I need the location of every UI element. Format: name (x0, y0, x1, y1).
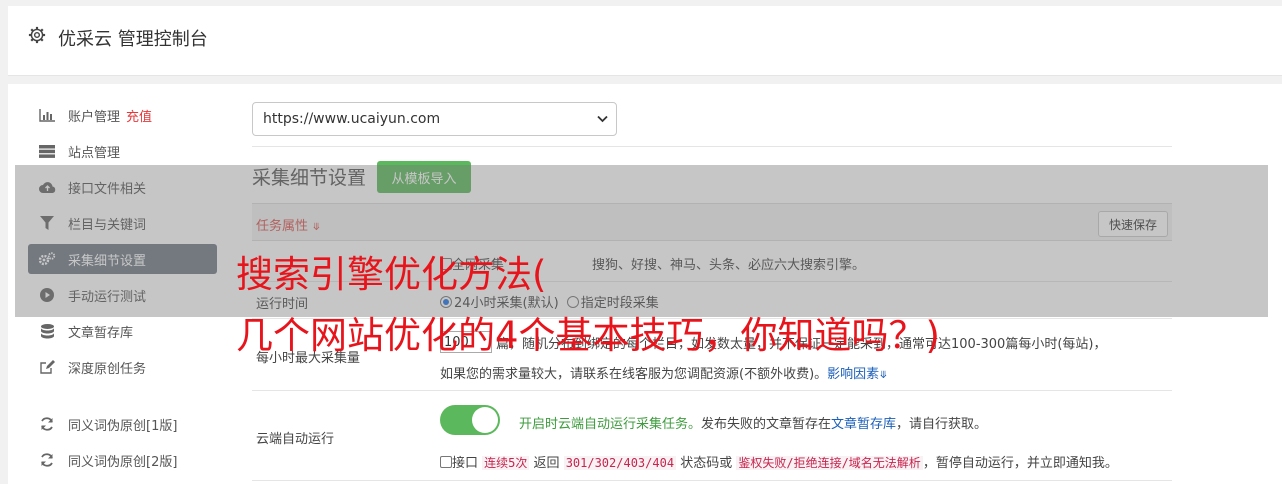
chevron-down-icon (597, 115, 608, 123)
cloud-run-message: 开启时云端自动运行采集任务。发布失败的文章暂存在文章暂存库，请自行获取。 (519, 417, 988, 432)
server-icon (38, 144, 56, 158)
gear-icon (28, 26, 46, 44)
sidebar-item-article-store[interactable]: 文章暂存库 (28, 316, 217, 346)
sidebar-item-label: 站点管理 (68, 145, 121, 161)
pause-rule: 接口 连续5次 返回 301/302/403/404 状态码或 鉴权失败/拒绝连… (440, 452, 1118, 471)
recharge-link[interactable]: 充值 (126, 106, 152, 125)
row-divider (252, 480, 1172, 481)
influence-factors-link[interactable]: 影响因素⤋ (827, 367, 887, 382)
refresh-icon (38, 417, 56, 431)
database-icon (38, 323, 56, 338)
site-select-value: https://www.ucaiyun.com (263, 111, 441, 127)
article-store-link[interactable]: 文章暂存库 (831, 417, 896, 432)
chevron-down-icon: ⤋ (879, 370, 888, 381)
sidebar-item-account[interactable]: 账户管理 充值 (28, 100, 217, 130)
watermark-line2: 几个网站优化的4个基本技巧，你知道吗？) (236, 314, 940, 357)
sidebar-item-synonym-v1[interactable]: 同义词伪原创[1版] (28, 409, 217, 439)
sidebar-item-label: 同义词伪原创[1版] (68, 418, 178, 434)
sidebar-item-label: 深度原创任务 (68, 361, 147, 377)
site-select[interactable]: https://www.ucaiyun.com (252, 102, 617, 136)
edit-icon (38, 360, 56, 374)
sidebar-item-label: 账户管理 (68, 109, 121, 125)
sidebar-item-synonym-v2[interactable]: 同义词伪原创[2版] (28, 445, 217, 475)
sidebar-item-label: 同义词伪原创[2版] (68, 454, 178, 470)
bar-chart-icon (38, 108, 56, 122)
watermark-line1: 搜索引擎优化方法( (236, 253, 547, 296)
sidebar-item-deep-original[interactable]: 深度原创任务 (28, 352, 217, 382)
divider (252, 146, 1172, 147)
sidebar-item-label: 文章暂存库 (68, 325, 134, 341)
top-header: 优采云 管理控制台 (8, 6, 1282, 76)
cloud-run-toggle[interactable] (440, 405, 500, 435)
console-title: 优采云 管理控制台 (58, 29, 208, 50)
overlay-band (15, 165, 1268, 317)
cloud-run-label: 云端自动运行 (256, 432, 335, 447)
row-divider (252, 390, 1172, 391)
refresh-icon (38, 453, 56, 467)
pause-rule-checkbox[interactable] (440, 456, 452, 468)
max-per-hour-desc2: 如果您的需求量较大，请联系在线客服为您调配资源(不额外收费)。影响因素⤋ (440, 367, 888, 382)
sidebar-item-sites[interactable]: 站点管理 (28, 136, 217, 166)
